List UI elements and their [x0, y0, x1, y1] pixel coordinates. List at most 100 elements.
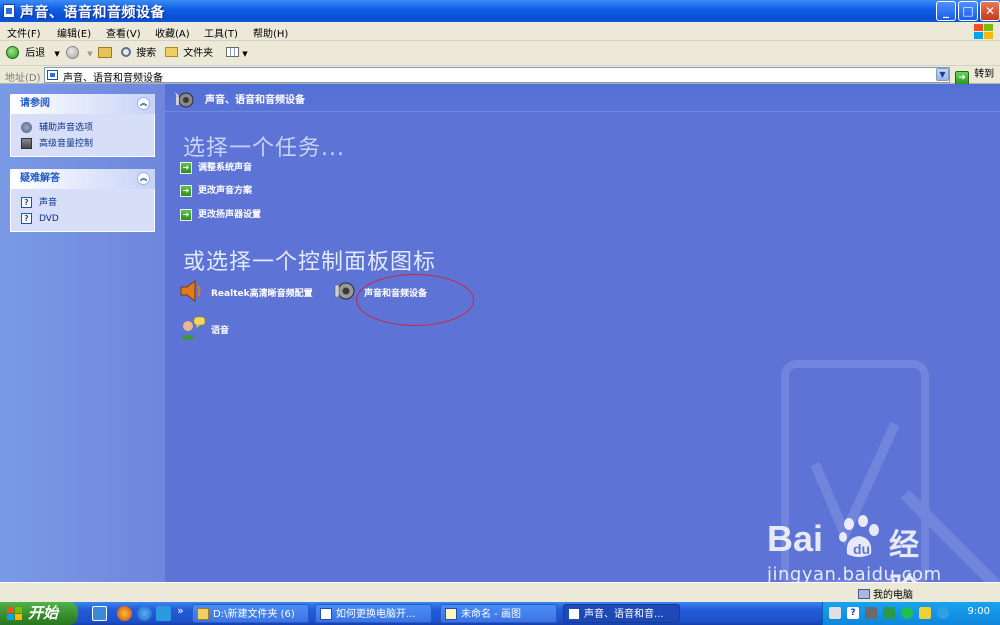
category-title: 声音、语音和音频设备	[205, 95, 305, 106]
views-button[interactable]: ▼	[226, 45, 248, 62]
baidu-brand-cn: 经验	[889, 528, 919, 582]
cp-icon-realtek[interactable]: Realtek高清晰音频配置	[179, 279, 329, 303]
up-folder-button[interactable]	[98, 45, 112, 62]
collapse-chevron-icon[interactable]: ︽	[137, 172, 150, 185]
task-change-sound-scheme[interactable]: ➜ 更改声音方案	[180, 184, 252, 198]
task-arrow-icon: ➜	[180, 162, 192, 174]
link-accessibility-sound[interactable]: 辅助声音选项	[21, 120, 154, 136]
pick-task-heading: 选择一个任务...	[183, 136, 345, 161]
task-change-speaker-settings[interactable]: ➜ 更改扬声器设置	[180, 208, 261, 222]
menu-file[interactable]: 文件(F)	[7, 25, 41, 40]
accessibility-icon	[21, 122, 32, 133]
forward-button[interactable]: ▼	[66, 45, 93, 62]
menu-tools[interactable]: 工具(T)	[204, 25, 238, 40]
menu-edit[interactable]: 编辑(E)	[57, 25, 91, 40]
views-dropdown-icon: ▼	[242, 50, 248, 58]
menu-help[interactable]: 帮助(H)	[253, 25, 288, 40]
menu-bar: 文件(F) 编辑(E) 查看(V) 收藏(A) 工具(T) 帮助(H)	[0, 22, 1000, 41]
taskbar-button-paint[interactable]: 未命名 - 画图	[440, 604, 557, 623]
taskbar-button-folder[interactable]: D:\新建文件夹 (6)	[192, 604, 309, 623]
search-icon	[121, 47, 131, 57]
menu-view[interactable]: 查看(V)	[106, 25, 141, 40]
paint-icon	[445, 608, 457, 620]
help-icon: ?	[21, 197, 32, 208]
start-button[interactable]: 开始	[0, 602, 78, 625]
go-button[interactable]: ➜ 转到	[955, 67, 994, 85]
system-tray: ? 9:00	[822, 602, 1000, 625]
menu-favorites[interactable]: 收藏(A)	[155, 25, 190, 40]
pick-icon-heading: 或选择一个控制面板图标	[183, 250, 437, 275]
folders-button[interactable]: 文件夹	[165, 45, 213, 62]
annotation-circle	[356, 274, 474, 326]
taskbar-button-sound-devices[interactable]: 声音、语音和音...	[563, 604, 680, 623]
category-header: 声音、语音和音频设备	[165, 84, 1000, 112]
control-panel-icon	[47, 70, 58, 80]
help-icon: ?	[21, 213, 32, 224]
volume-tray-icon[interactable]	[865, 607, 877, 619]
go-arrow-icon: ➜	[955, 71, 969, 85]
audio-device-icon	[334, 282, 355, 300]
collapse-chevron-icon[interactable]: ︽	[137, 97, 150, 110]
maximize-button[interactable]: □	[958, 1, 978, 21]
status-zone: 我的电脑	[858, 586, 913, 601]
update-icon[interactable]	[937, 607, 949, 619]
search-button[interactable]: 搜索	[121, 45, 156, 62]
up-folder-icon	[98, 47, 112, 58]
link-advanced-volume[interactable]: 高级音量控制	[21, 136, 154, 152]
address-dropdown-icon[interactable]: ▼	[936, 68, 949, 81]
wireless-icon[interactable]	[901, 607, 913, 619]
more-quicklaunch-button[interactable]: »	[177, 604, 184, 617]
toolbar: 后退 ▼ ▼ 搜索 文件夹 ▼	[0, 41, 1000, 66]
address-value: 声音、语音和音频设备	[63, 73, 163, 84]
status-bar: 我的电脑	[0, 582, 1000, 602]
main-content: 声音、语音和音频设备 选择一个任务... ➜ 调整系统声音 ➜ 更改声音方案 ➜…	[165, 84, 1000, 582]
folder-icon	[197, 608, 209, 620]
cp-icon-speech[interactable]: 语音	[179, 315, 259, 341]
control-panel-icon	[3, 4, 15, 18]
taskbar: 开始 » D:\新建文件夹 (6) 如何更换电脑开... 未命名 - 画图 声音…	[0, 602, 1000, 625]
help-tray-icon[interactable]: ?	[847, 607, 859, 619]
clock[interactable]: 9:00	[968, 606, 990, 617]
speech-icon	[181, 316, 206, 340]
control-panel-icon	[568, 608, 580, 620]
link-troubleshoot-sound[interactable]: ? 声音	[21, 195, 154, 211]
see-also-panel: 请参阅 ︽ 辅助声音选项 高级音量控制	[10, 94, 155, 157]
show-desktop-icon[interactable]	[92, 606, 107, 621]
troubleshoot-header[interactable]: 疑难解答 ︽	[10, 169, 155, 189]
security-icon[interactable]	[919, 607, 931, 619]
browser-page-icon	[320, 608, 332, 620]
windows-flag-icon	[7, 607, 23, 621]
baidu-watermark: Bai du 经验 jingyan.baidu.com	[767, 514, 942, 582]
svg-text:du: du	[853, 541, 870, 557]
my-computer-icon	[858, 589, 870, 599]
back-button[interactable]: 后退 ▼	[6, 45, 60, 62]
ie-icon[interactable]	[137, 606, 152, 621]
keyboard-icon[interactable]	[829, 607, 841, 619]
quicklaunch-app-icon[interactable]	[156, 606, 171, 621]
speaker-icon	[180, 280, 201, 302]
volume-icon	[21, 138, 32, 149]
see-also-header[interactable]: 请参阅 ︽	[10, 94, 155, 114]
network-icon[interactable]	[883, 607, 895, 619]
title-bar[interactable]: 声音、语音和音频设备 _ □ ✕	[0, 0, 1000, 22]
views-grid-icon	[226, 47, 239, 57]
back-arrow-icon	[6, 46, 19, 59]
taskbar-button-browser[interactable]: 如何更换电脑开...	[315, 604, 432, 623]
audio-device-icon	[175, 92, 194, 108]
address-input[interactable]: 声音、语音和音频设备	[44, 67, 950, 84]
link-troubleshoot-dvd[interactable]: ? DVD	[21, 211, 154, 227]
windows-logo-icon	[972, 23, 994, 40]
minimize-button[interactable]: _	[936, 1, 956, 21]
address-bar: 地址(D) 声音、语音和音频设备 ▼ ➜ 转到	[0, 66, 1000, 85]
task-adjust-system-sound[interactable]: ➜ 调整系统声音	[180, 161, 252, 175]
folders-icon	[165, 47, 178, 57]
browser-icon[interactable]	[117, 606, 132, 621]
window-title: 声音、语音和音频设备	[20, 5, 165, 21]
back-dropdown-icon[interactable]: ▼	[54, 50, 59, 58]
baidu-brand: Bai	[767, 518, 824, 559]
close-button[interactable]: ✕	[980, 1, 1000, 21]
forward-arrow-icon	[66, 46, 79, 59]
forward-dropdown-icon[interactable]: ▼	[87, 50, 92, 58]
task-arrow-icon: ➜	[180, 209, 192, 221]
task-pane: 请参阅 ︽ 辅助声音选项 高级音量控制 疑难解答 ︽ ? 声音 ? DVD	[0, 84, 165, 582]
